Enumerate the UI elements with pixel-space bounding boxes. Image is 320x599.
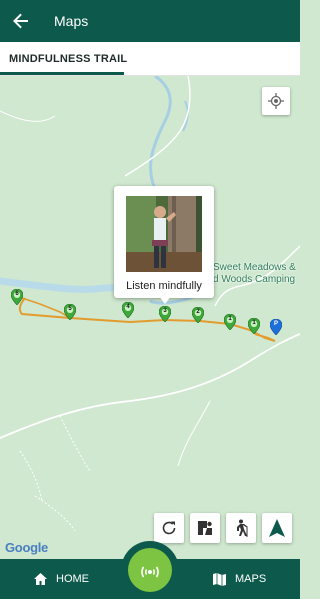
- trail-marker[interactable]: 4: [121, 301, 135, 319]
- navigation-button[interactable]: [262, 513, 292, 543]
- marker-number: 6: [15, 291, 19, 297]
- marker-number: 2: [196, 309, 200, 315]
- trail-marker-selected[interactable]: 3: [158, 305, 172, 323]
- place-label: d Woods Camping: [213, 274, 296, 285]
- walking-mode-button[interactable]: [226, 513, 256, 543]
- trail-marker[interactable]: 6: [10, 288, 24, 306]
- marker-number: 1: [228, 316, 232, 322]
- gps-tracking-button[interactable]: [128, 548, 172, 592]
- nav-home[interactable]: HOME: [34, 559, 89, 599]
- marker-number: P: [273, 321, 278, 327]
- gps-signal-icon: [141, 566, 159, 578]
- poi-popup[interactable]: Listen mindfully: [114, 186, 214, 304]
- marker-number: 4: [126, 304, 130, 310]
- nav-maps[interactable]: MAPS: [213, 559, 266, 599]
- trail-marker[interactable]: 1: [223, 313, 237, 331]
- trail-marker[interactable]: 1: [247, 317, 261, 335]
- arrow-left-icon: [13, 13, 28, 29]
- tab-bar: MINDFULNESS TRAIL: [0, 42, 300, 76]
- app-bar: Maps: [0, 0, 300, 42]
- popup-tail: [159, 296, 171, 304]
- refresh-icon: [162, 521, 176, 535]
- trail-marker[interactable]: 5: [63, 303, 77, 321]
- hiking-icon: [237, 519, 248, 537]
- parking-marker[interactable]: P: [269, 318, 283, 336]
- refresh-button[interactable]: [154, 513, 184, 543]
- map-toggle-icon: [198, 521, 212, 535]
- trail-marker[interactable]: 2: [191, 306, 205, 324]
- back-button[interactable]: [0, 0, 42, 42]
- nav-maps-label: MAPS: [235, 573, 267, 585]
- attribution-text: Google: [5, 540, 48, 555]
- navigation-icon: [269, 519, 285, 537]
- home-icon: [34, 573, 47, 585]
- tab-mindfulness-trail[interactable]: MINDFULNESS TRAIL: [0, 42, 136, 76]
- nav-home-label: HOME: [56, 573, 89, 585]
- crosshair-icon: [268, 93, 284, 109]
- map-icon: [213, 572, 226, 586]
- marker-number: 3: [163, 308, 167, 314]
- poi-caption: Listen mindfully: [126, 280, 202, 292]
- marker-number: 1: [252, 320, 256, 326]
- marker-number: 5: [68, 306, 72, 312]
- tab-indicator: [0, 72, 124, 75]
- page-title: Maps: [54, 13, 89, 29]
- place-label: Sweet Meadows &: [213, 262, 296, 273]
- poi-photo: [126, 196, 202, 272]
- my-location-button[interactable]: [262, 87, 290, 115]
- map-view[interactable]: 6 5 4 3 2 1 1 P Sweet Meadows & d Woods …: [0, 76, 300, 559]
- map-toggle-button[interactable]: [190, 513, 220, 543]
- google-logo: Google: [5, 540, 48, 555]
